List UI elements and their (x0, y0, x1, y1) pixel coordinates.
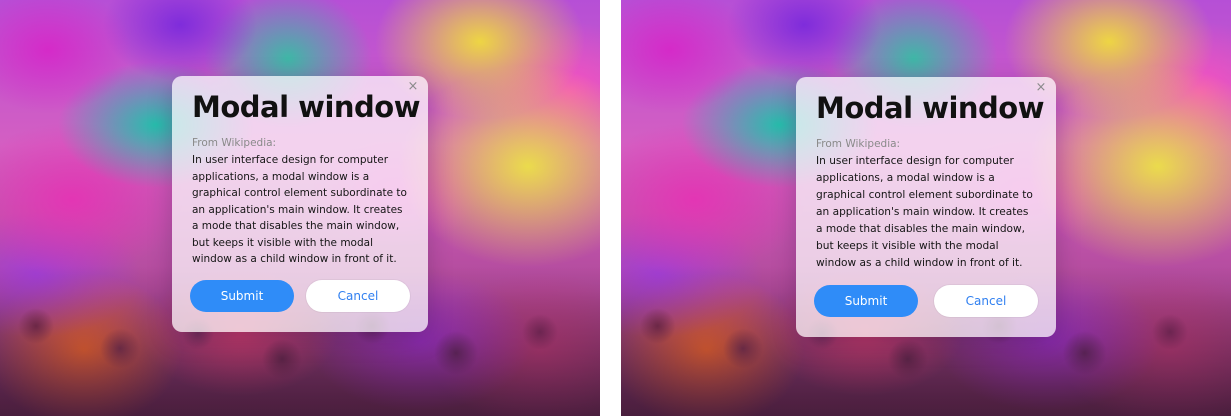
modal-title: Modal window (816, 91, 1045, 125)
modal-actions: Submit Cancel (190, 280, 410, 312)
modal-preview-left: × Modal window From Wikipedia: In user i… (0, 0, 600, 416)
source-label: From Wikipedia: (816, 138, 901, 150)
submit-button[interactable]: Submit (814, 285, 918, 317)
source-label: From Wikipedia: (192, 137, 277, 149)
modal-body-text: In user interface design for computer ap… (192, 154, 407, 265)
modal-title: Modal window (192, 90, 421, 124)
close-icon[interactable]: × (406, 80, 420, 94)
modal-dialog: × Modal window From Wikipedia: In user i… (796, 77, 1056, 337)
submit-button[interactable]: Submit (190, 280, 294, 312)
modal-preview-right: × Modal window From Wikipedia: In user i… (621, 0, 1231, 416)
modal-body-text: In user interface design for computer ap… (816, 155, 1033, 269)
comparison-stage: × Modal window From Wikipedia: In user i… (0, 0, 1231, 416)
cancel-button[interactable]: Cancel (306, 280, 410, 312)
modal-dialog: × Modal window From Wikipedia: In user i… (172, 76, 428, 332)
close-icon[interactable]: × (1034, 81, 1048, 95)
modal-actions: Submit Cancel (814, 285, 1038, 317)
cancel-button[interactable]: Cancel (934, 285, 1038, 317)
